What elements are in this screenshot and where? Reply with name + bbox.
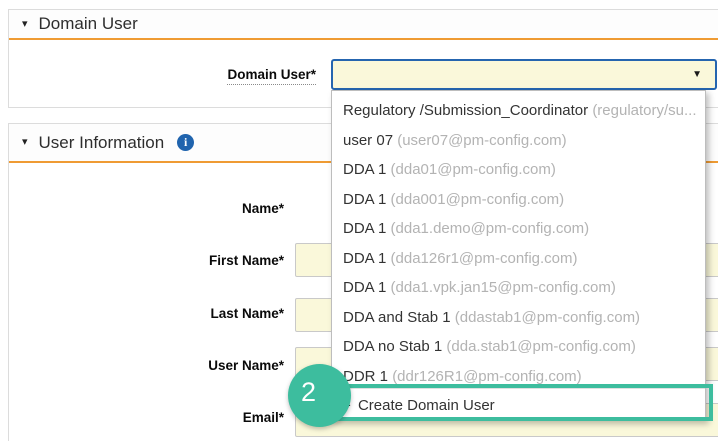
collapse-arrow-icon[interactable]: ▾ bbox=[22, 18, 28, 30]
dropdown-item[interactable]: DDA 1 (dda001@pm-config.com) bbox=[332, 185, 705, 215]
last-name-field-label: Last Name* bbox=[210, 306, 284, 321]
user-information-section-title: User Information bbox=[38, 132, 165, 152]
dropdown-item[interactable]: user 07 (user07@pm-config.com) bbox=[332, 126, 705, 156]
create-domain-user-label: Create Domain User bbox=[357, 397, 495, 414]
dropdown-item[interactable]: Regulatory /Submission_Coordinator (regu… bbox=[332, 96, 705, 126]
select-caret-icon: ▼ bbox=[692, 68, 702, 80]
domain-user-dropdown-list: Regulatory /Submission_Coordinator (regu… bbox=[331, 90, 706, 421]
dropdown-item[interactable]: DDA 1 (dda01@pm-config.com) bbox=[332, 155, 705, 185]
create-domain-user-option[interactable]: + Create Domain User bbox=[332, 388, 705, 420]
domain-user-section-title: Domain User bbox=[38, 14, 138, 33]
dropdown-item[interactable]: DDA 1 (dda126r1@pm-config.com) bbox=[332, 244, 705, 274]
dropdown-item[interactable]: DDA 1 (dda1.vpk.jan15@pm-config.com) bbox=[332, 273, 705, 303]
user-name-field-label: User Name* bbox=[208, 358, 284, 373]
page: ▾ Domain User Domain User* ▼ ▾ User Info… bbox=[0, 0, 718, 441]
domain-user-field-label: Domain User* bbox=[9, 67, 316, 85]
info-icon[interactable]: i bbox=[177, 134, 195, 151]
first-name-field-label: First Name* bbox=[208, 253, 284, 268]
domain-user-select[interactable]: ▼ bbox=[331, 59, 717, 90]
step-2-badge: 2 bbox=[288, 364, 351, 427]
dropdown-item[interactable]: DDR 1 (ddr126R1@pm-config.com) bbox=[332, 362, 705, 392]
dropdown-item[interactable]: DDA and Stab 1 (ddastab1@pm-config.com) bbox=[332, 303, 705, 333]
dropdown-item[interactable]: DDA no Stab 1 (dda.stab1@pm-config.com) bbox=[332, 332, 705, 362]
name-field-label: Name* bbox=[241, 201, 284, 216]
dropdown-item[interactable]: DDA 1 (dda1.demo@pm-config.com) bbox=[332, 214, 705, 244]
collapse-arrow-icon[interactable]: ▾ bbox=[22, 137, 28, 148]
email-field-label: Email* bbox=[242, 410, 284, 425]
domain-user-section-header[interactable]: ▾ Domain User bbox=[9, 10, 718, 40]
step-2-number: 2 bbox=[300, 377, 317, 407]
